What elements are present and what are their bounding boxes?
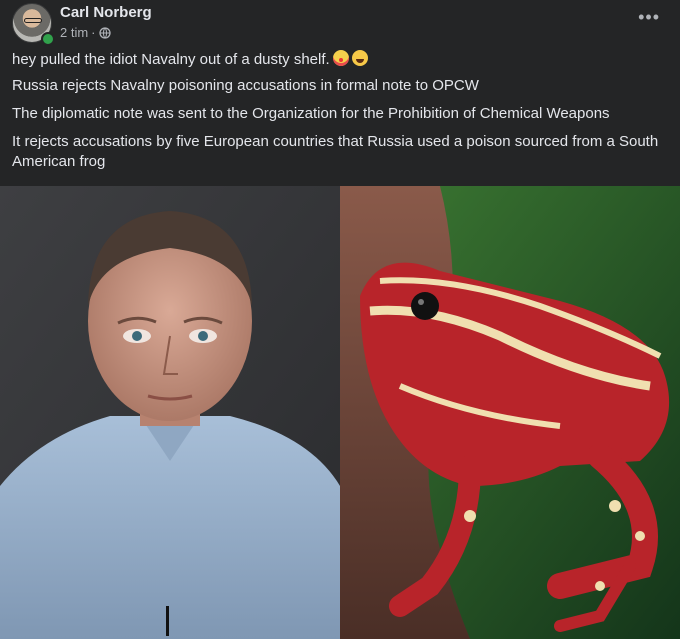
frog-photo xyxy=(340,186,680,639)
post-image[interactable] xyxy=(0,186,680,639)
post-image-composite xyxy=(0,186,680,639)
post-meta: 2 tim · xyxy=(60,25,111,40)
post-line-1: hey pulled the idiot Navalny out of a du… xyxy=(12,50,668,70)
post-line-1-text: hey pulled the idiot Navalny out of a du… xyxy=(12,51,330,68)
post-header: Carl Norberg 2 tim · ••• xyxy=(0,0,680,46)
clown-face-icon xyxy=(332,50,349,66)
post-line-4: It rejects accusations by five European … xyxy=(12,133,659,170)
more-options-icon[interactable]: ••• xyxy=(638,8,660,26)
post-line-3: The diplomatic note was sent to the Orga… xyxy=(12,105,610,122)
post-text: hey pulled the idiot Navalny out of a du… xyxy=(12,50,668,180)
laughing-face-icon xyxy=(351,50,368,66)
author-name[interactable]: Carl Norberg xyxy=(60,4,152,21)
post-line-2: Russia rejects Navalny poisoning accusat… xyxy=(12,77,479,94)
avatar-glasses xyxy=(24,18,42,23)
portrait-photo xyxy=(0,186,340,639)
meta-separator: · xyxy=(91,25,96,40)
globe-icon[interactable] xyxy=(98,26,111,39)
post-time[interactable]: 2 tim xyxy=(60,25,88,40)
online-status-dot xyxy=(41,32,55,46)
